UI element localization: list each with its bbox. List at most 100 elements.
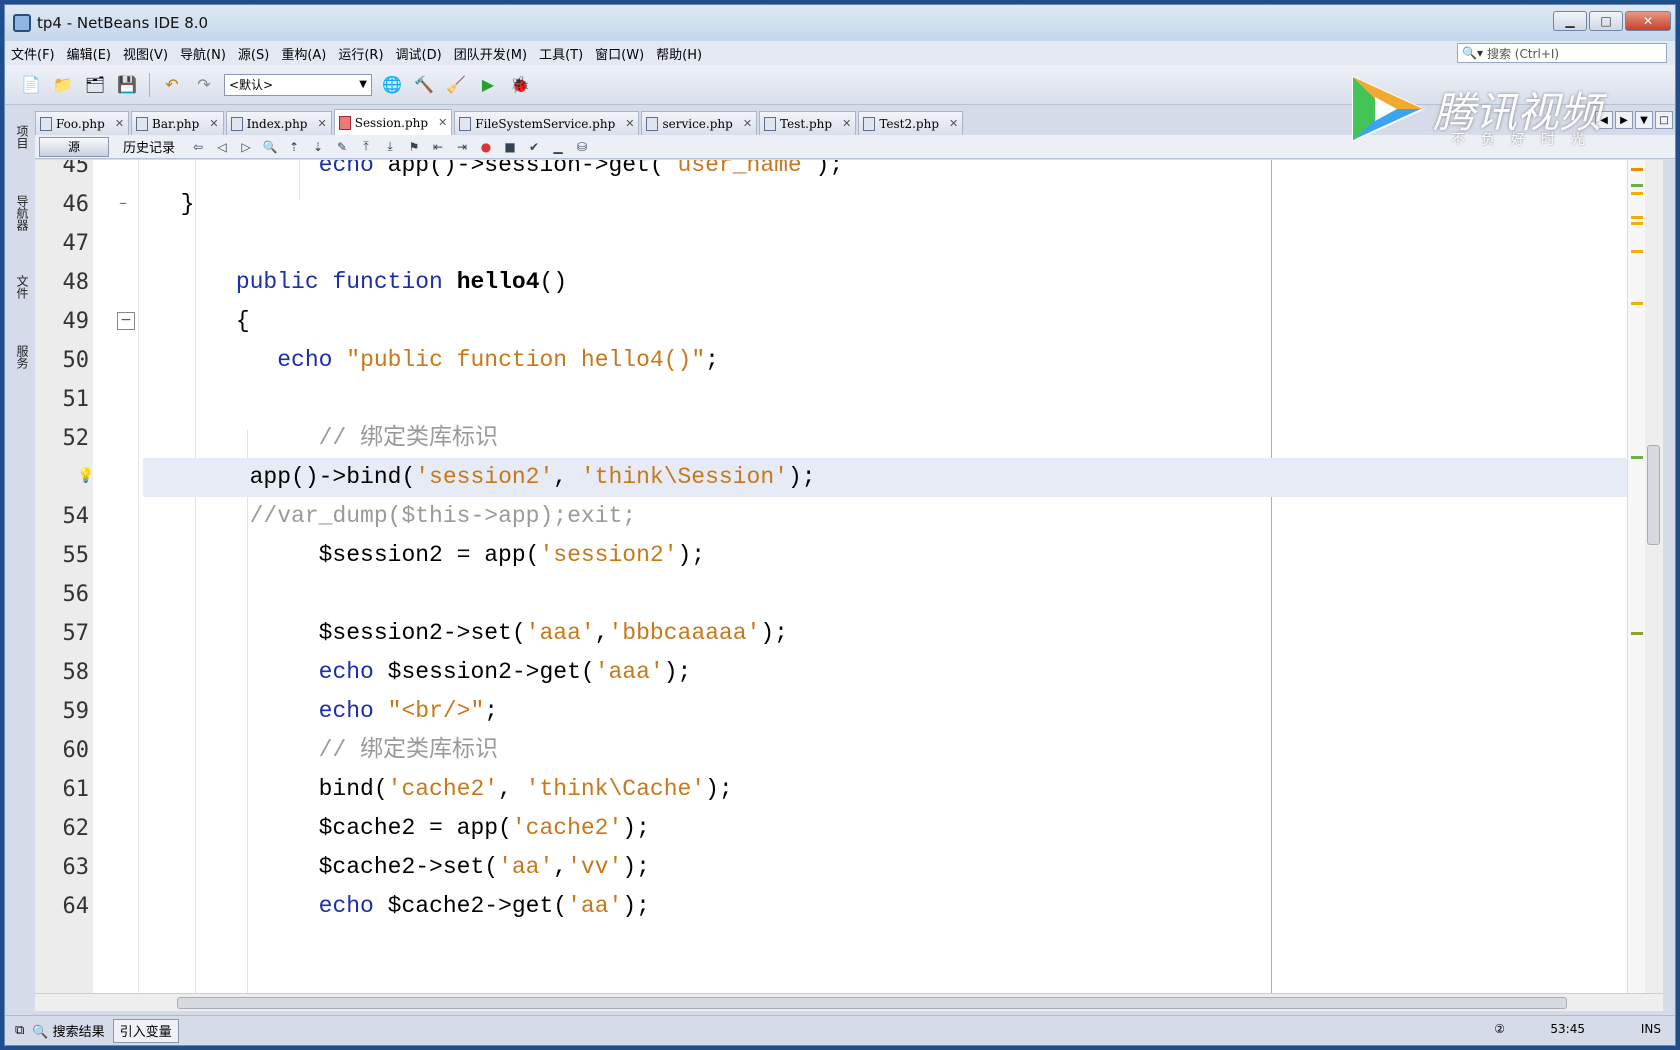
close-icon[interactable]: ✕	[625, 117, 634, 130]
hint-bulb-icon[interactable]: 💡	[77, 468, 94, 484]
back-icon[interactable]: ◁	[213, 138, 231, 156]
stop-macro-icon[interactable]: ■	[501, 138, 519, 156]
code-line[interactable]: 49 {	[35, 302, 1627, 341]
code-line[interactable]: 62 $cache2 = app('cache2');	[35, 809, 1627, 848]
tab-index[interactable]: Index.php ✕	[225, 111, 332, 135]
stripe-mark[interactable]	[1631, 216, 1643, 219]
tab-bar[interactable]: Bar.php ✕	[131, 111, 224, 135]
next-bookmark-icon[interactable]: ⤓	[381, 138, 399, 156]
stripe-mark[interactable]	[1631, 456, 1643, 459]
restore-window-icon[interactable]: ⧉	[15, 1023, 24, 1038]
close-icon[interactable]: ✕	[949, 117, 958, 130]
undo-icon[interactable]: ↶	[160, 73, 184, 97]
find-icon[interactable]: 🔍	[261, 138, 279, 156]
menu-team[interactable]: 团队开发(M)	[454, 44, 527, 63]
code-line[interactable]: 45 echo app()->session->get( user_name )…	[35, 160, 1627, 185]
comment-icon[interactable]: ✔	[525, 138, 543, 156]
close-icon[interactable]: ✕	[209, 117, 218, 130]
menu-edit[interactable]: 编辑(E)	[67, 44, 111, 63]
search-results-tab[interactable]: 🔍 搜索结果	[32, 1021, 104, 1040]
code-line[interactable]: 58 echo $session2->get('aaa');	[35, 653, 1627, 692]
sidebar-tab-projects[interactable]: 项目	[11, 125, 31, 149]
sidebar-tab-files[interactable]: 文件	[11, 275, 31, 299]
horizontal-scrollbar[interactable]	[35, 993, 1663, 1011]
new-file-icon[interactable]: 📄	[19, 73, 43, 97]
code-line[interactable]: 56	[35, 575, 1627, 614]
code-editor[interactable]: 45 echo app()->session->get( user_name )…	[35, 160, 1627, 993]
open-project-icon[interactable]: 🗂	[83, 73, 107, 97]
sidebar-tab-services[interactable]: 服务	[11, 345, 31, 369]
tab-service[interactable]: service.php ✕	[641, 111, 758, 135]
stripe-mark[interactable]	[1631, 250, 1643, 253]
stripe-mark[interactable]	[1631, 222, 1643, 225]
menu-tools[interactable]: 工具(T)	[539, 44, 583, 63]
menu-view[interactable]: 视图(V)	[123, 44, 168, 63]
record-macro-icon[interactable]: ●	[477, 138, 495, 156]
close-button[interactable]: ✕	[1625, 11, 1671, 31]
menu-navigate[interactable]: 导航(N)	[180, 44, 226, 63]
clean-build-icon[interactable]: 🧹	[444, 73, 468, 97]
history-view-button[interactable]: 历史记录	[123, 137, 175, 156]
tab-session[interactable]: Session.php ✕	[333, 109, 453, 135]
close-icon[interactable]: ✕	[743, 117, 752, 130]
code-line[interactable]: 52 // 绑定类库标识	[35, 419, 1627, 458]
shift-left-icon[interactable]: ⇤	[429, 138, 447, 156]
shift-right-icon[interactable]: ⇥	[453, 138, 471, 156]
code-line[interactable]: 59 echo "<br/>";	[35, 692, 1627, 731]
close-icon[interactable]: ✕	[318, 117, 327, 130]
save-all-icon[interactable]: 💾	[115, 73, 139, 97]
menu-refactor[interactable]: 重构(A)	[281, 44, 326, 63]
code-line[interactable]: 61 bind('cache2', 'think\Cache');	[35, 770, 1627, 809]
menu-source[interactable]: 源(S)	[238, 44, 269, 63]
code-line[interactable]: 55 $session2 = app('session2');	[35, 536, 1627, 575]
toggle-bookmark-icon[interactable]: ⚑	[405, 138, 423, 156]
new-project-icon[interactable]: 📁	[51, 73, 75, 97]
vertical-scrollbar[interactable]	[1645, 160, 1663, 993]
menu-file[interactable]: 文件(F)	[11, 44, 55, 63]
search-input[interactable]: 🔍▾ 搜索 (Ctrl+I)	[1457, 43, 1667, 63]
stripe-mark[interactable]	[1631, 168, 1643, 171]
notification-icon[interactable]: ②	[1494, 1022, 1505, 1036]
close-icon[interactable]: ✕	[438, 116, 447, 129]
tab-test2[interactable]: Test2.php ✕	[858, 111, 964, 135]
tab-test[interactable]: Test.php ✕	[759, 111, 857, 135]
fold-collapse-icon[interactable]: −	[117, 312, 135, 330]
code-line[interactable]: 46 }	[35, 185, 1627, 224]
introduce-variable-tab[interactable]: 引入变量	[112, 1018, 179, 1043]
tab-foo[interactable]: Foo.php ✕	[35, 111, 130, 135]
code-line[interactable]: 57 $session2->set('aaa','bbbcaaaaa');	[35, 614, 1627, 653]
minimize-button[interactable]: ▁	[1553, 11, 1587, 31]
code-line[interactable]: 63 $cache2->set('aa','vv');	[35, 848, 1627, 887]
close-icon[interactable]: ✕	[115, 117, 124, 130]
toggle-highlight-icon[interactable]: ✎	[333, 138, 351, 156]
stripe-mark[interactable]	[1631, 632, 1643, 635]
database-icon[interactable]: ⛁	[573, 138, 591, 156]
forward-icon[interactable]: ▷	[237, 138, 255, 156]
error-stripe[interactable]	[1627, 160, 1645, 993]
last-edit-icon[interactable]: ⇦	[189, 138, 207, 156]
debug-icon[interactable]: 🐞	[508, 73, 532, 97]
stripe-mark[interactable]	[1631, 192, 1643, 195]
run-icon[interactable]: ▶	[476, 73, 500, 97]
config-select[interactable]: <默认> ▼	[224, 73, 372, 96]
build-icon[interactable]: 🔨	[412, 73, 436, 97]
code-line[interactable]: 48 public function hello4()	[35, 263, 1627, 302]
menu-debug[interactable]: 调试(D)	[396, 44, 442, 63]
maximize-button[interactable]: □	[1589, 11, 1623, 31]
horizontal-scroll-thumb[interactable]	[177, 997, 1567, 1009]
menu-window[interactable]: 窗口(W)	[595, 44, 644, 63]
find-prev-icon[interactable]: ⇡	[285, 138, 303, 156]
code-line[interactable]: 47	[35, 224, 1627, 263]
code-line[interactable]: 60 // 绑定类库标识	[35, 731, 1627, 770]
code-line[interactable]: app()->bind('session2', 'think\Session')…	[143, 458, 1627, 497]
sidebar-tab-navigator[interactable]: 导航器	[11, 195, 31, 231]
close-icon[interactable]: ✕	[842, 117, 851, 130]
code-line[interactable]: 50 echo "public function hello4()";	[35, 341, 1627, 380]
menu-run[interactable]: 运行(R)	[338, 44, 383, 63]
vertical-scroll-thumb[interactable]	[1647, 445, 1660, 545]
source-view-button[interactable]: 源	[39, 136, 109, 157]
code-line[interactable]: 64 echo $cache2->get('aa');	[35, 887, 1627, 926]
find-next-icon[interactable]: ⇣	[309, 138, 327, 156]
stripe-mark[interactable]	[1631, 302, 1643, 305]
prev-bookmark-icon[interactable]: ⤒	[357, 138, 375, 156]
